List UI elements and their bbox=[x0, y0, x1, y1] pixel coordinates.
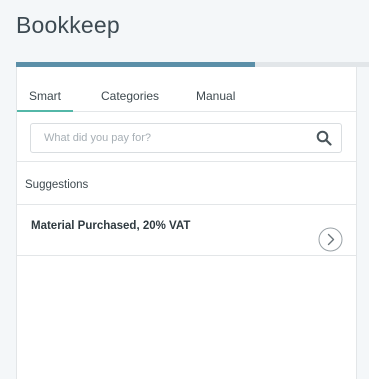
chevron-right-icon[interactable] bbox=[318, 227, 343, 252]
tab-smart[interactable]: Smart bbox=[17, 89, 73, 112]
suggestions-label: Suggestions bbox=[25, 179, 89, 191]
search-row bbox=[17, 112, 356, 162]
page-title: Bookkeep bbox=[16, 12, 120, 38]
search-box bbox=[30, 123, 342, 153]
search-input[interactable] bbox=[31, 124, 311, 152]
list-item[interactable]: Material Purchased, 20% VAT bbox=[17, 205, 356, 256]
search-icon[interactable] bbox=[316, 130, 332, 146]
suggestion-label: Material Purchased, 20% VAT bbox=[31, 220, 191, 232]
bookkeep-panel: Smart Categories Manual Suggestions Mate… bbox=[16, 67, 357, 379]
suggestions-header: Suggestions bbox=[17, 162, 356, 205]
tab-manual[interactable]: Manual bbox=[196, 89, 235, 112]
tab-categories[interactable]: Categories bbox=[101, 89, 159, 112]
tab-bar: Smart Categories Manual bbox=[17, 67, 356, 112]
